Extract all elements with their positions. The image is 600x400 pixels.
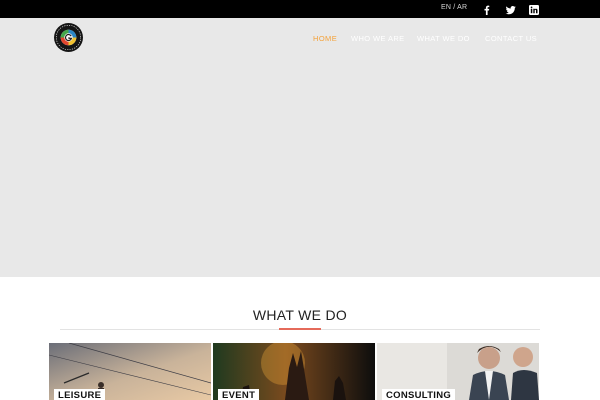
twitter-icon[interactable] [505, 3, 517, 15]
logo[interactable] [54, 23, 83, 52]
hero-banner [0, 18, 600, 277]
service-card-consulting[interactable]: CONSULTING [377, 343, 539, 400]
linkedin-icon[interactable] [528, 3, 540, 15]
language-switcher[interactable]: EN / AR [441, 4, 467, 11]
facebook-icon[interactable] [481, 3, 493, 15]
title-accent-bar [279, 328, 321, 330]
logo-emblem-icon [54, 23, 83, 52]
nav-who-we-are[interactable]: WHO WE ARE [351, 34, 405, 43]
nav-what-we-do[interactable]: WHAT WE DO [417, 34, 470, 43]
top-bar: EN / AR [0, 0, 600, 18]
nav-contact-us[interactable]: CONTACT US [485, 34, 537, 43]
service-label: CONSULTING [382, 389, 456, 400]
section-title: WHAT WE DO [252, 307, 348, 323]
service-card-leisure[interactable]: LEISURE [49, 343, 211, 400]
nav-home[interactable]: HOME [313, 34, 337, 43]
service-label: EVENT [218, 389, 260, 400]
service-label: LEISURE [54, 389, 106, 400]
service-card-event[interactable]: EVENT [213, 343, 375, 400]
